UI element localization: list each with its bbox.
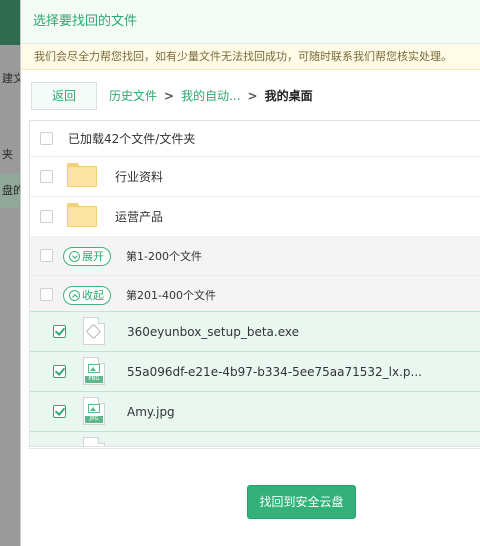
png-file-icon: PNG: [83, 357, 105, 385]
collapse-toggle-label: 收起: [82, 289, 104, 302]
file-checkbox[interactable]: [53, 325, 66, 338]
file-list: 已加载42个文件/文件夹 行业资料 运营产品 展开 第1-200个文件 收起 第…: [29, 120, 480, 447]
folder-row[interactable]: 行业资料: [30, 157, 480, 197]
file-name: Amy.jpg: [127, 405, 175, 419]
file-row[interactable]: PNG 55a096df-e21e-4b97-b334-5ee75aa71532…: [30, 351, 480, 391]
folder-name: 行业资料: [115, 170, 164, 184]
file-group-row: 展开 第1-200个文件: [30, 237, 480, 276]
jpg-file-icon: JPG: [83, 397, 105, 425]
group-label: 第201-400个文件: [126, 289, 216, 302]
dialog-title: 选择要找回的文件: [21, 0, 480, 44]
expand-toggle[interactable]: 展开: [63, 247, 111, 266]
expand-toggle-label: 展开: [82, 250, 104, 263]
dialog-toolbar: 返回 历史文件 > 我的自动... > 我的桌面: [21, 78, 480, 118]
collapse-toggle[interactable]: 收起: [63, 286, 111, 305]
file-name: 360eyunbox_setup_beta.exe: [127, 325, 300, 339]
file-type-tag: PNG: [85, 376, 103, 383]
back-button[interactable]: 返回: [31, 82, 97, 110]
breadcrumb-separator: >: [164, 89, 175, 103]
folder-checkbox[interactable]: [40, 210, 53, 223]
file-type-tag: JPG: [85, 416, 103, 423]
folder-icon: [67, 163, 97, 187]
group-label: 第1-200个文件: [126, 250, 202, 263]
file-checkbox[interactable]: [53, 405, 66, 418]
file-row[interactable]: [30, 431, 480, 446]
group-checkbox[interactable]: [40, 249, 53, 262]
folder-name: 运营产品: [115, 210, 164, 224]
group-checkbox[interactable]: [40, 288, 53, 301]
dialog-notice: 我们会尽全力帮您找回，如有少量文件无法找回成功，可随时联系我们帮您核实处理。: [21, 44, 480, 70]
file-group-row: 收起 第201-400个文件: [30, 276, 480, 315]
breadcrumb-history-link[interactable]: 历史文件: [109, 89, 157, 103]
file-row[interactable]: JPG Amy.jpg: [30, 391, 480, 431]
exe-file-icon: [83, 317, 105, 345]
file-list-header: 已加载42个文件/文件夹: [30, 121, 480, 157]
select-all-checkbox[interactable]: [40, 132, 53, 145]
chevron-down-icon: [69, 251, 80, 262]
recover-to-cloud-button[interactable]: 找回到安全云盘: [247, 485, 356, 519]
file-checkbox[interactable]: [53, 365, 66, 378]
breadcrumb: 历史文件 > 我的自动... > 我的桌面: [109, 82, 313, 110]
breadcrumb-current: 我的桌面: [264, 89, 313, 103]
breadcrumb-auto-link[interactable]: 我的自动...: [181, 89, 240, 103]
divider: [29, 448, 480, 449]
recover-files-dialog: 选择要找回的文件 我们会尽全力帮您找回，如有少量文件无法找回成功，可随时联系我们…: [20, 0, 480, 546]
chevron-up-icon: [69, 290, 80, 301]
folder-icon: [67, 203, 97, 227]
folder-row[interactable]: 运营产品: [30, 197, 480, 237]
file-icon: [83, 437, 105, 446]
file-row[interactable]: 360eyunbox_setup_beta.exe: [30, 311, 480, 351]
loaded-count-text: 已加载42个文件/文件夹: [68, 132, 196, 146]
file-name: 55a096df-e21e-4b97-b334-5ee75aa71532_lx.…: [127, 365, 422, 379]
folder-checkbox[interactable]: [40, 170, 53, 183]
breadcrumb-separator: >: [247, 89, 258, 103]
